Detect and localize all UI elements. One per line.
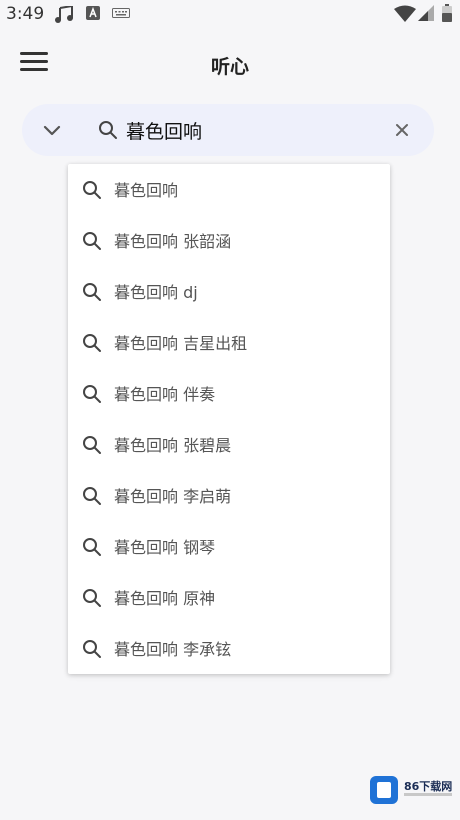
signal-icon (418, 5, 434, 21)
suggestion-item[interactable]: 暮色回响 吉星出租 (68, 317, 390, 368)
search-icon (83, 589, 101, 607)
suggestion-label: 暮色回响 李承铉 (114, 640, 232, 659)
watermark-logo (370, 776, 398, 804)
search-input[interactable]: 暮色回响 (126, 117, 202, 144)
suggestion-label: 暮色回响 张韶涵 (114, 232, 232, 251)
suggestion-item[interactable]: 暮色回响 张碧晨 (68, 419, 390, 470)
battery-icon (442, 4, 452, 22)
collapse-button[interactable] (40, 118, 64, 142)
search-bar: 暮色回响 (22, 104, 434, 156)
app-bar: 听心 (0, 38, 460, 94)
search-icon (83, 538, 101, 556)
app-notification-icon (86, 6, 100, 20)
wifi-icon (394, 5, 416, 22)
search-icon (83, 181, 101, 199)
search-icon (83, 487, 101, 505)
chevron-down-icon (43, 125, 61, 136)
search-icon (83, 334, 101, 352)
suggestion-label: 暮色回响 吉星出租 (114, 334, 248, 353)
status-bar: 3:49 (0, 0, 460, 30)
suggestion-label: 暮色回响 李启萌 (114, 487, 232, 506)
clear-button[interactable] (392, 120, 412, 140)
suggestion-item[interactable]: 暮色回响 李启萌 (68, 470, 390, 521)
suggestion-label: 暮色回响 原神 (114, 589, 216, 608)
suggestion-item[interactable]: 暮色回响 (68, 164, 390, 215)
search-icon (83, 232, 101, 250)
suggestion-label: 暮色回响 dj (114, 283, 198, 302)
suggestion-label: 暮色回响 伴奏 (114, 385, 216, 404)
watermark-text: 86下载网 (404, 780, 453, 793)
close-icon (396, 124, 408, 136)
suggestion-item[interactable]: 暮色回响 张韶涵 (68, 215, 390, 266)
suggestion-label: 暮色回响 钢琴 (114, 538, 216, 557)
suggestion-item[interactable]: 暮色回响 伴奏 (68, 368, 390, 419)
status-time: 3:49 (6, 4, 45, 24)
suggestion-item[interactable]: 暮色回响 李承铉 (68, 623, 390, 674)
suggestion-item[interactable]: 暮色回响 钢琴 (68, 521, 390, 572)
search-icon (83, 436, 101, 454)
suggestion-label: 暮色回响 (114, 181, 179, 200)
suggestion-list: 暮色回响 暮色回响 张韶涵 暮色回响 dj 暮色回响 吉星出租 暮色回响 伴奏 … (68, 164, 390, 674)
app-title: 听心 (210, 56, 249, 78)
search-icon (99, 121, 117, 139)
search-icon (83, 385, 101, 403)
suggestion-label: 暮色回响 张碧晨 (114, 436, 232, 455)
music-note-icon (55, 6, 73, 23)
search-icon (83, 283, 101, 301)
suggestion-item[interactable]: 暮色回响 dj (68, 266, 390, 317)
keyboard-icon (112, 8, 130, 18)
watermark: 86下载网 (370, 776, 456, 804)
suggestion-item[interactable]: 暮色回响 原神 (68, 572, 390, 623)
search-icon (83, 640, 101, 658)
